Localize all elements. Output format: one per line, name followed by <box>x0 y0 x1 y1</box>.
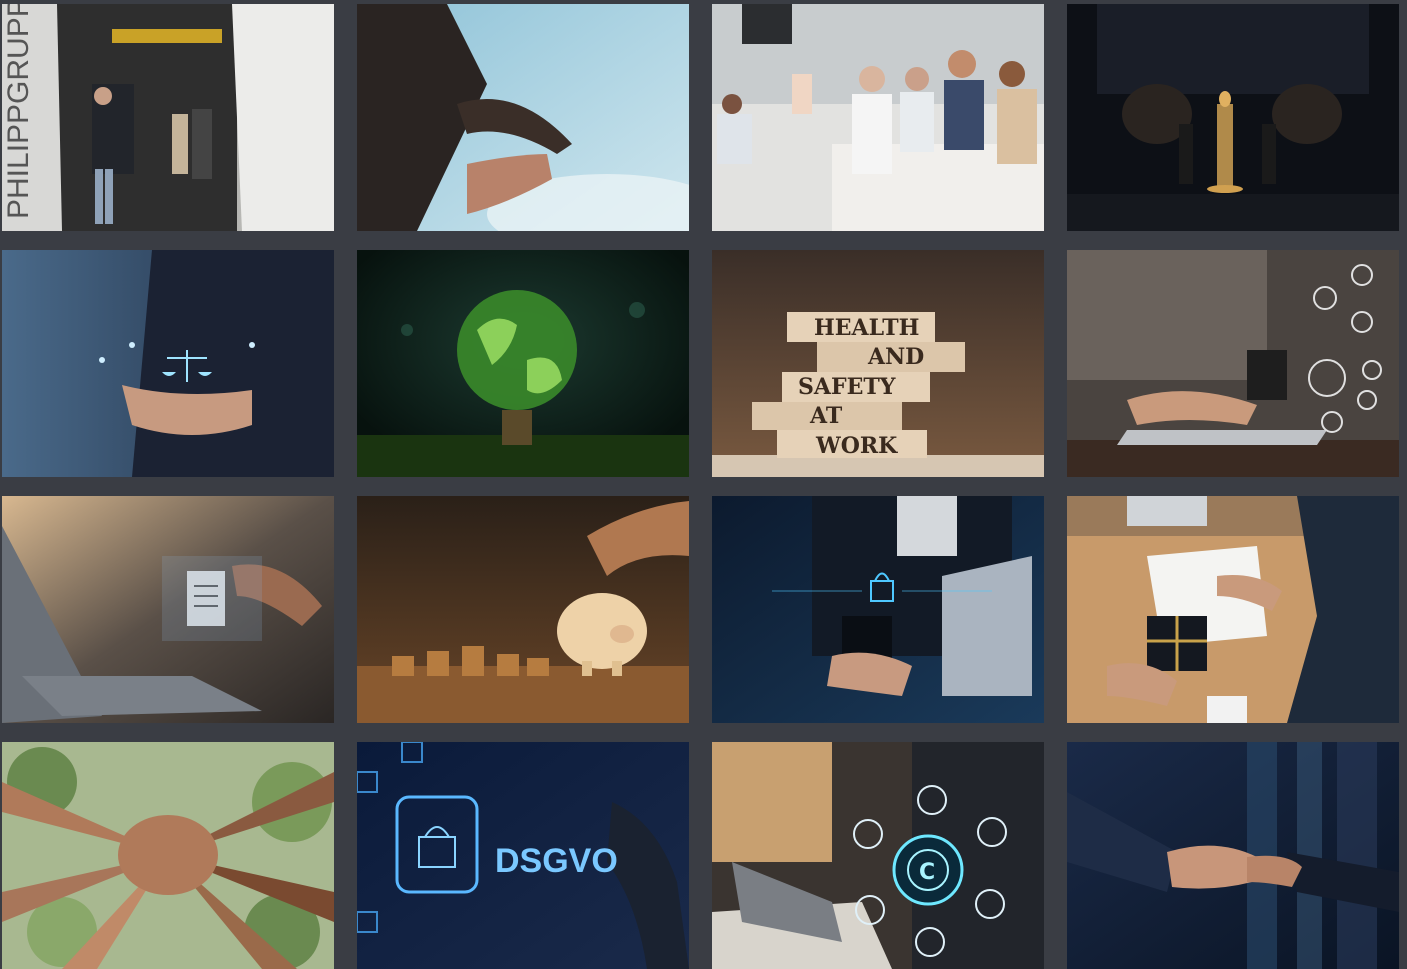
photo-globe-bulb[interactable] <box>357 250 689 477</box>
image-gallery-grid: PHILIPPGRUPPE HEALTH AND SAFETY AT WORK … <box>2 4 1399 969</box>
photo-office-hallway[interactable]: PHILIPPGRUPPE <box>2 4 334 231</box>
plank-at: AT <box>809 403 843 429</box>
plank-and: AND <box>867 344 924 370</box>
photo-justice-scale[interactable] <box>2 250 334 477</box>
photo-gift-exchange[interactable] <box>1067 496 1399 723</box>
photo-health-safety-planks[interactable]: HEALTH AND SAFETY AT WORK <box>712 250 1044 477</box>
dsgvo-label: DSGVO <box>495 842 618 880</box>
photo-laptop-social[interactable] <box>1067 250 1399 477</box>
plank-health: HEALTH <box>814 315 919 341</box>
photo-team-meeting[interactable] <box>712 4 1044 231</box>
photo-laptop-document[interactable] <box>2 496 334 723</box>
svg-text:C: C <box>919 860 935 885</box>
plank-work: WORK <box>815 433 898 459</box>
photo-dsgvo-lock[interactable]: DSGVO <box>357 742 689 969</box>
photo-handshake-city[interactable] <box>1067 742 1399 969</box>
photo-copyright-network[interactable]: C <box>712 742 1044 969</box>
philippgruppe-wall-text: PHILIPPGRUPPE <box>2 4 35 219</box>
photo-chess-pieces[interactable] <box>1067 4 1399 231</box>
photo-stacked-hands[interactable] <box>2 742 334 969</box>
plank-safety: SAFETY <box>798 374 896 400</box>
photo-piggy-bank[interactable] <box>357 496 689 723</box>
photo-reaching-hands[interactable] <box>357 4 689 231</box>
photo-smartphone-lock[interactable] <box>712 496 1044 723</box>
